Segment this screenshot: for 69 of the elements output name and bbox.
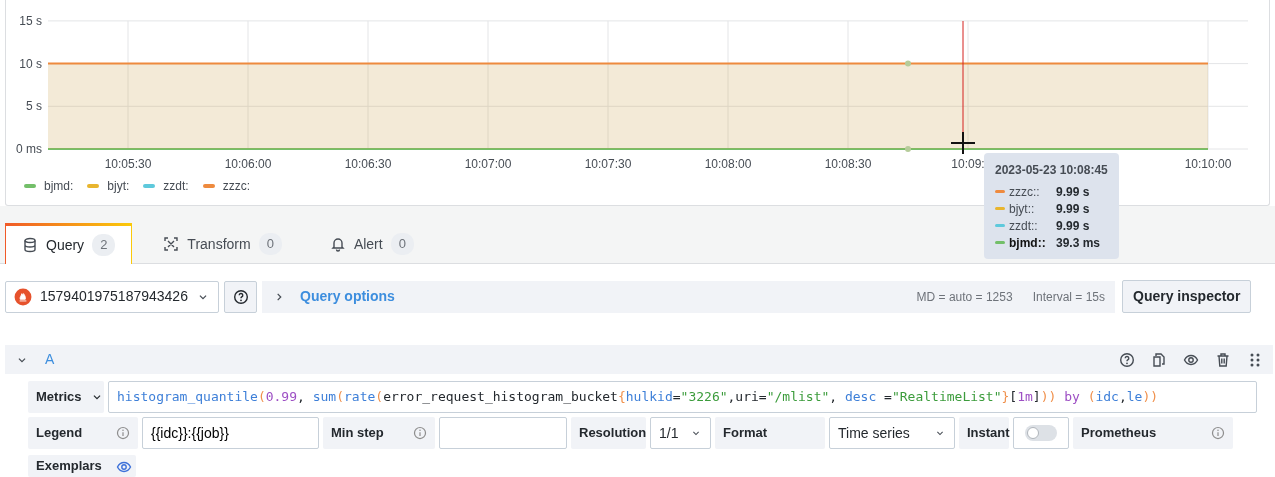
axis-label: 10 s xyxy=(19,56,42,71)
axis-label: 10:08:30 xyxy=(824,157,872,171)
query-ref-name: A xyxy=(45,350,55,369)
delete-icon xyxy=(1215,351,1231,368)
series-value: 9.99 s xyxy=(1056,200,1091,218)
axis-label: 10:09: xyxy=(951,157,985,171)
query-info-text: Interval = 15s xyxy=(1032,288,1105,306)
metrics-dropdown[interactable]: Metrics xyxy=(28,381,104,413)
datasource-select[interactable]: 1579401975187943426 xyxy=(5,280,219,313)
axis-label: 10:06:30 xyxy=(344,157,392,171)
field-label: Resolution xyxy=(571,417,646,449)
axis-label: 15 s xyxy=(19,13,42,28)
field-label: Format xyxy=(715,417,825,449)
tab[interactable]: Query 2 xyxy=(5,223,133,264)
help-button[interactable] xyxy=(224,280,257,313)
field-label: Min step xyxy=(331,424,384,443)
legend-item[interactable]: zzdt: xyxy=(143,177,189,195)
axis-label: 10:08:00 xyxy=(704,157,752,171)
series-name: zzzc:: xyxy=(1009,183,1041,201)
info-icon xyxy=(116,426,130,440)
series-value: 9.99 s xyxy=(1056,217,1091,235)
series-value: 9.99 s xyxy=(1056,183,1091,201)
toolbar-button[interactable] xyxy=(1151,351,1167,368)
legend-input[interactable]: {{idc}}:{{job}} xyxy=(142,417,319,449)
bell-icon xyxy=(329,236,346,252)
prometheus-logo-icon xyxy=(14,287,32,306)
duplicate-icon xyxy=(1151,351,1167,368)
hover-point xyxy=(905,146,911,152)
min-step-input[interactable] xyxy=(439,417,567,449)
toolbar-button[interactable] xyxy=(1119,351,1135,368)
series-name: bjmd:: xyxy=(1009,234,1047,252)
axis-label: 10:10:00 xyxy=(1184,157,1232,171)
axis-label: 0 ms xyxy=(16,142,42,156)
axis-label: 10:06:00 xyxy=(224,157,272,171)
legend-item[interactable]: bjmd: xyxy=(24,177,74,195)
axis-label: 10:05:30 xyxy=(104,157,152,171)
series-name: zzdt:: xyxy=(1009,217,1039,235)
legend-item[interactable]: bjyt: xyxy=(87,177,130,195)
query-inspector-button[interactable]: Query inspector xyxy=(1122,280,1252,313)
info-icon xyxy=(413,426,427,440)
field-label: Exemplars xyxy=(36,456,102,475)
database-icon xyxy=(22,237,38,253)
help-icon xyxy=(232,288,249,305)
field-label: Legend xyxy=(36,424,83,443)
info-icon xyxy=(1211,426,1225,440)
transform-icon xyxy=(163,236,180,252)
series-value: 39.3 ms xyxy=(1056,234,1102,252)
axis-label: 5 s xyxy=(26,99,42,114)
instant-toggle[interactable] xyxy=(1025,425,1057,441)
format-select[interactable]: Time series xyxy=(829,417,955,449)
tab[interactable]: Transform 0 xyxy=(146,223,299,264)
count-badge: 0 xyxy=(390,233,414,255)
help-icon xyxy=(1119,351,1135,368)
eye-icon xyxy=(115,459,132,475)
tab[interactable]: Alert 0 xyxy=(312,223,431,264)
axis-label: 10:07:00 xyxy=(464,157,512,171)
field-label: Instant xyxy=(959,417,1009,449)
toolbar-button[interactable] xyxy=(1215,351,1231,368)
resolution-select[interactable]: 1/1 xyxy=(650,417,711,449)
query-expression-field[interactable]: histogram_quantile(0.99, sum(rate(error_request_histogram_bucket{hulkid="3226",uri="/mlist", desc ="RealtimeList"}[1m])) by (idc,le)) xyxy=(108,381,1257,413)
series-name: bjyt:: xyxy=(1009,200,1036,218)
field-label: Prometheus xyxy=(1081,424,1157,443)
hover-point xyxy=(905,60,911,67)
axis-label: 10:07:30 xyxy=(584,157,632,171)
query-info-text: MD = auto = 1253 xyxy=(916,288,1013,306)
tooltip-title: 2023-05-23 10:08:45 xyxy=(995,162,1108,179)
count-badge: 0 xyxy=(258,233,282,255)
legend-item[interactable]: zzzc: xyxy=(202,177,251,195)
count-badge: 2 xyxy=(92,234,116,256)
